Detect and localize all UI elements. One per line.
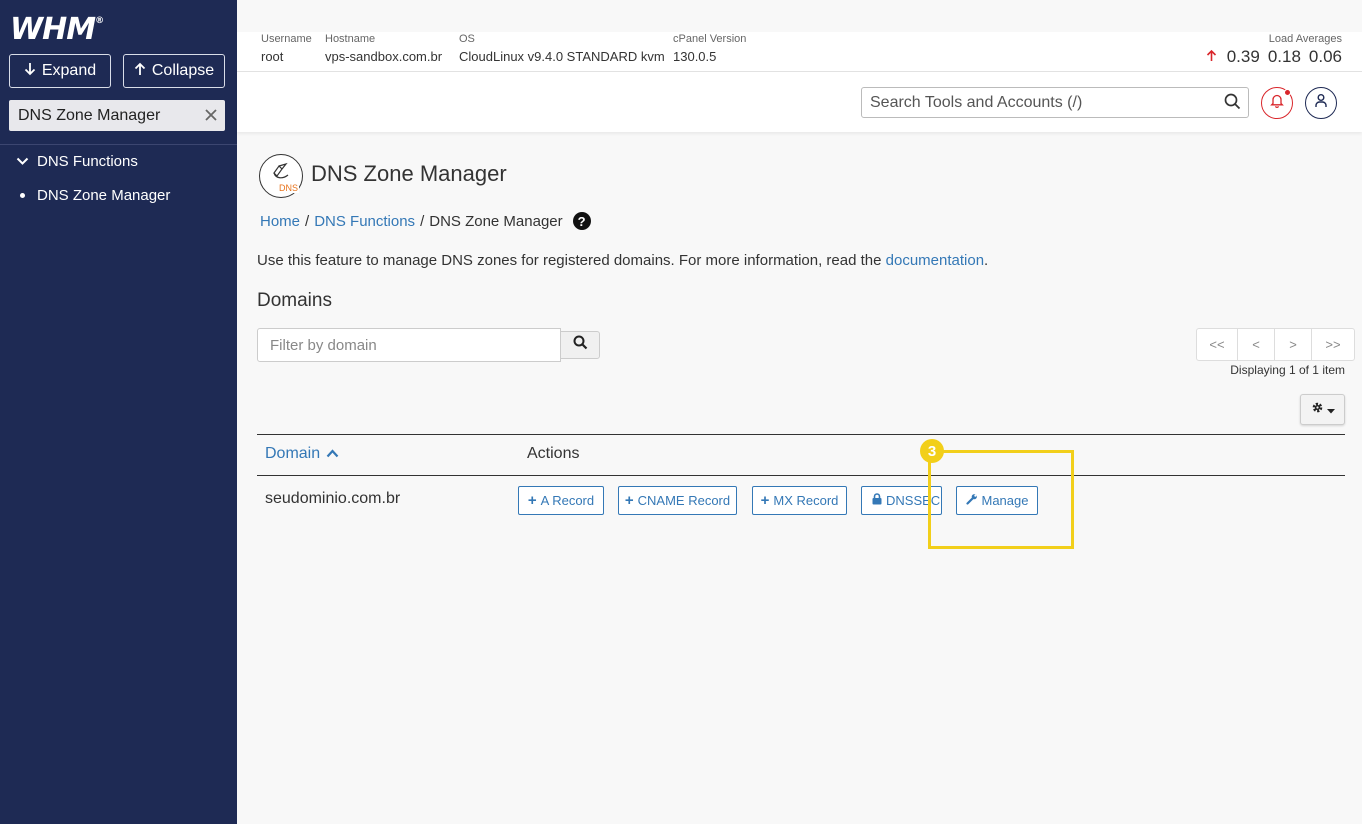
whm-logo[interactable]: WHM®	[10, 12, 104, 47]
breadcrumb-dns-functions-link[interactable]: DNS Functions	[314, 213, 415, 230]
sidebar-search-input[interactable]: DNS Zone Manager	[9, 100, 225, 131]
first-page-button[interactable]: <<	[1197, 329, 1238, 360]
tutorial-highlight-box	[928, 450, 1074, 549]
os-info: OS CloudLinux v9.4.0 STANDARD kvm	[459, 33, 665, 64]
collapse-label: Collapse	[151, 62, 215, 79]
breadcrumb: Home / DNS Functions / DNS Zone Manager …	[260, 212, 591, 230]
cpanel-version-label: cPanel Version	[673, 33, 747, 45]
plus-icon: +	[624, 492, 634, 509]
sort-ascending-icon	[326, 445, 339, 463]
notifications-button[interactable]	[1261, 87, 1293, 119]
expand-label: Expand	[41, 62, 97, 79]
user-menu-button[interactable]	[1305, 87, 1337, 119]
breadcrumb-separator: /	[420, 212, 425, 230]
breadcrumb-current: DNS Zone Manager	[429, 212, 563, 230]
sidebar-item-label: DNS Zone Manager	[37, 187, 171, 204]
load-averages-label: Load Averages	[1268, 33, 1342, 45]
add-mx-record-button[interactable]: + MX Record	[752, 486, 847, 515]
arrow-up-icon	[134, 62, 146, 81]
username-value: root	[261, 49, 284, 64]
page-description: Use this feature to manage DNS zones for…	[257, 252, 988, 269]
filter-placeholder: Filter by domain	[270, 336, 377, 354]
cpanel-version-value: 130.0.5	[673, 49, 717, 64]
collapse-button[interactable]: Collapse	[123, 54, 225, 88]
actions-column-header: Actions	[527, 445, 580, 462]
search-icon[interactable]	[1224, 93, 1241, 115]
sidebar-divider	[0, 144, 237, 145]
bell-icon	[1270, 93, 1284, 113]
settings-dropdown-button[interactable]	[1300, 394, 1345, 425]
domains-heading: Domains	[257, 290, 332, 311]
dns-icon-text: DNS	[278, 183, 300, 193]
breadcrumb-home-link[interactable]: Home	[260, 213, 300, 230]
help-icon[interactable]: ?	[572, 212, 591, 230]
global-search-placeholder: Search Tools and Accounts (/)	[870, 93, 1083, 111]
os-label: OS	[459, 33, 475, 45]
description-suffix: .	[984, 252, 989, 269]
sidebar-group-dns-functions[interactable]: DNS Functions	[16, 153, 138, 170]
filter-domain-input[interactable]: Filter by domain	[257, 328, 561, 362]
domain-column-header[interactable]: Domain	[265, 445, 339, 463]
hostname-value: vps-sandbox.com.br	[325, 49, 443, 64]
sidebar-group-label: DNS Functions	[37, 153, 138, 170]
logo-registered-mark: ®	[95, 16, 104, 26]
load-1min: 0.39	[1226, 47, 1260, 66]
load-5min: 0.18	[1267, 47, 1301, 66]
dns-zone-icon: DNS	[259, 154, 303, 198]
a-record-label: A Record	[540, 493, 595, 508]
load-15min: 0.06	[1308, 47, 1342, 66]
help-glyph: ?	[577, 213, 586, 229]
lock-icon	[872, 493, 882, 508]
arrow-up-icon	[1206, 49, 1217, 66]
page-title: DNS Zone Manager	[311, 161, 507, 186]
chevron-down-icon	[16, 153, 29, 170]
domain-cell: seudominio.com.br	[265, 490, 401, 507]
hostname-info: Hostname vps-sandbox.com.br	[325, 33, 442, 64]
next-page-button[interactable]: >	[1275, 329, 1312, 360]
mx-record-label: MX Record	[773, 493, 839, 508]
add-a-record-button[interactable]: + A Record	[518, 486, 604, 515]
add-cname-record-button[interactable]: + CNAME Record	[618, 486, 737, 515]
username-info: Username root	[261, 33, 312, 64]
os-value: CloudLinux v9.4.0 STANDARD kvm	[459, 49, 665, 64]
step-number: 3	[927, 442, 937, 460]
sidebar: WHM® Expand Collapse DNS Zone Manager DN…	[0, 0, 237, 824]
header: Search Tools and Accounts (/)	[237, 72, 1362, 132]
sidebar-item-dns-zone-manager[interactable]: DNS Zone Manager	[20, 187, 170, 204]
server-info-bar: Username root Hostname vps-sandbox.com.b…	[237, 32, 1362, 72]
logo-text: WHM	[10, 12, 96, 47]
description-text: Use this feature to manage DNS zones for…	[257, 252, 886, 269]
pagination: << < > >>	[1196, 328, 1355, 361]
displaying-count: Displaying 1 of 1 item	[1230, 363, 1345, 377]
gear-icon	[1311, 401, 1324, 419]
sidebar-search-value: DNS Zone Manager	[18, 106, 161, 124]
last-page-button[interactable]: >>	[1312, 329, 1354, 360]
user-icon	[1314, 93, 1328, 113]
plus-icon: +	[760, 492, 770, 509]
clear-search-icon[interactable]	[205, 104, 217, 126]
username-label: Username	[261, 33, 312, 45]
load-averages: Load Averages 0.39 0.18 0.06	[1206, 33, 1342, 67]
prev-page-button[interactable]: <	[1238, 329, 1275, 360]
breadcrumb-separator: /	[305, 212, 310, 230]
table-header-border	[257, 475, 1345, 476]
expand-button[interactable]: Expand	[9, 54, 111, 88]
global-search-input[interactable]: Search Tools and Accounts (/)	[861, 87, 1249, 118]
plus-icon: +	[527, 492, 537, 509]
table-top-border	[257, 434, 1345, 435]
search-icon	[573, 335, 588, 355]
arrow-down-icon	[24, 62, 36, 81]
domain-column-label: Domain	[265, 445, 321, 462]
step-badge: 3	[920, 439, 944, 463]
cpanel-version-info: cPanel Version 130.0.5	[673, 33, 746, 64]
documentation-link[interactable]: documentation	[886, 252, 984, 269]
notification-dot	[1284, 89, 1291, 96]
filter-search-button[interactable]	[560, 331, 600, 359]
hostname-label: Hostname	[325, 33, 376, 45]
bullet-icon	[20, 193, 25, 198]
caret-down-icon	[1326, 401, 1335, 419]
cname-record-label: CNAME Record	[637, 493, 731, 508]
